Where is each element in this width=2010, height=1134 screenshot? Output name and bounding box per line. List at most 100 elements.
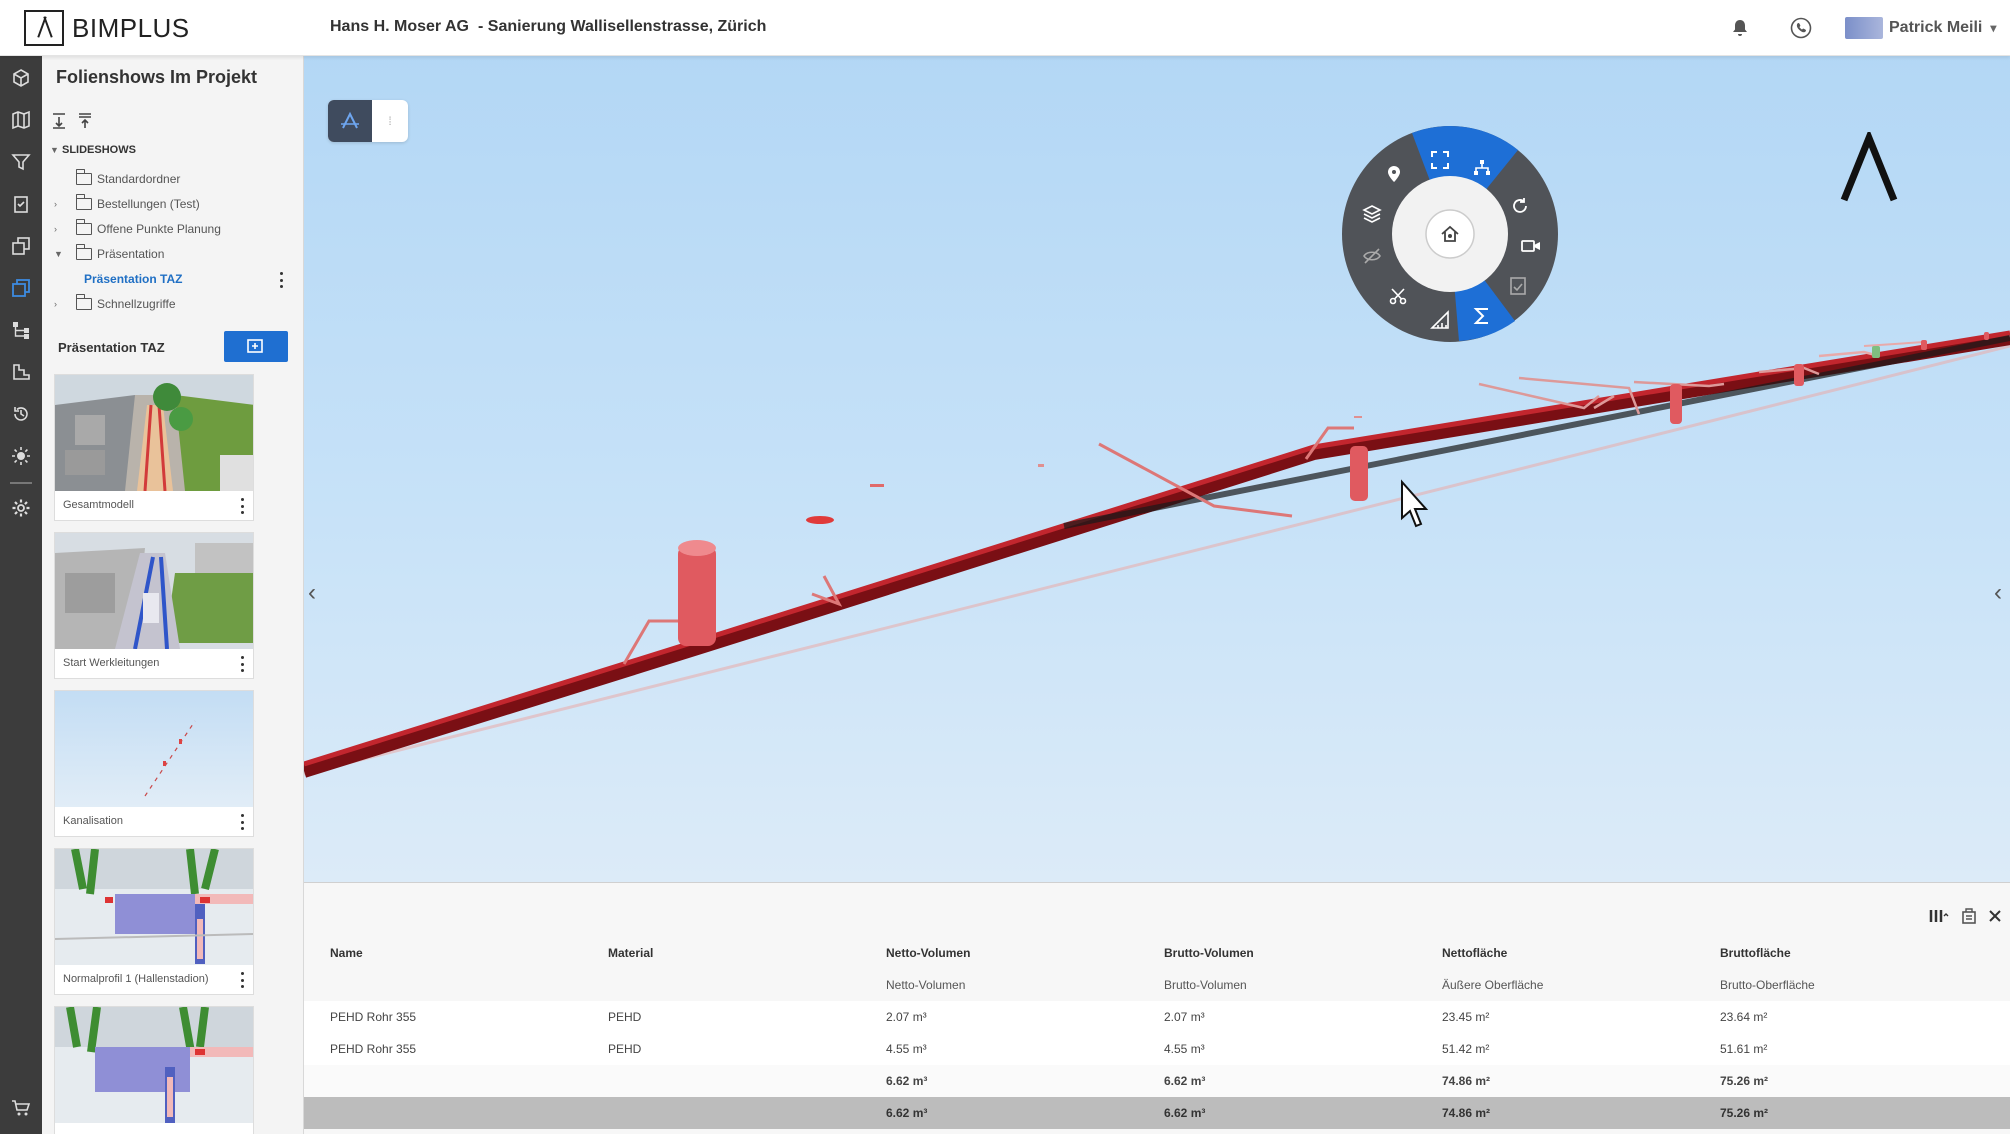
view-mode-toggle[interactable]: ⁞ [328, 100, 408, 142]
slide-menu-button[interactable] [237, 812, 247, 832]
bell-icon[interactable] [1726, 14, 1754, 42]
cut-icon[interactable] [1388, 286, 1408, 306]
tree-item-label: Offene Punkte Planung [97, 222, 221, 236]
model-viewport[interactable]: ⁞ ‹ ‹ [304, 56, 2010, 882]
brightness-icon[interactable] [0, 438, 42, 474]
caret-down-icon[interactable]: ▼ [54, 249, 66, 259]
tree-item-praesentation[interactable]: ▼ Präsentation [54, 244, 164, 263]
slide-menu-button[interactable] [237, 654, 247, 674]
perspective-view-icon[interactable] [328, 100, 372, 142]
slide-label: Start Werkleitungen [63, 657, 160, 669]
steps-icon[interactable] [0, 354, 42, 390]
slide-thumbnail [55, 533, 253, 649]
subheader-cell: Äußere Oberfläche [1442, 978, 1544, 992]
slide-card[interactable]: Kanalisation [54, 690, 254, 837]
slide-thumbnail [55, 1007, 253, 1123]
slide-card[interactable]: Normalprofil 1 (Hallenstadion) [54, 848, 254, 995]
bimplus-logo[interactable]: BIMPLUS [24, 10, 190, 46]
slide-card[interactable] [54, 1006, 254, 1134]
close-icon[interactable] [1988, 909, 2002, 928]
caret-right-icon[interactable]: › [54, 224, 66, 234]
project-name[interactable]: - Sanierung Wallisellenstrasse, Zürich [478, 18, 766, 36]
tree-item-offene-punkte[interactable]: › Offene Punkte Planung [54, 219, 221, 238]
slide-label: Gesamtmodell [63, 499, 134, 511]
hierarchy-icon[interactable] [0, 312, 42, 348]
subheader-cell: Brutto-Oberfläche [1720, 978, 1815, 992]
tree-root[interactable]: ▼ SLIDESHOWS [50, 144, 136, 156]
tree-item-menu-button[interactable] [276, 270, 286, 290]
folder-icon [75, 194, 92, 210]
slides-icon[interactable] [0, 270, 42, 306]
slideshow-panel: Folienshows Im Projekt ▼ SLIDESHOWS Stan… [42, 56, 304, 1134]
add-slide-button[interactable] [224, 331, 288, 362]
table-row[interactable]: PEHD Rohr 355 PEHD 4.55 m³ 4.55 m³ 51.42… [304, 1033, 2010, 1065]
tree-item-bestellungen[interactable]: › Bestellungen (Test) [54, 194, 200, 213]
layers-copy-icon[interactable] [0, 228, 42, 264]
table-cell: 2.07 m³ [1138, 1001, 1416, 1033]
total-cell: 6.62 m³ [1138, 1097, 1416, 1129]
refresh-icon[interactable] [1510, 196, 1530, 216]
hide-icon[interactable] [1362, 246, 1382, 266]
map-icon[interactable] [0, 102, 42, 138]
history-icon[interactable] [0, 396, 42, 432]
layers-icon[interactable] [1362, 204, 1382, 224]
cube-icon[interactable] [0, 60, 42, 96]
grid-view-icon[interactable]: ⁞ [372, 100, 408, 142]
radial-menu[interactable] [1342, 126, 1558, 342]
table-cell: 23.45 m² [1416, 1001, 1694, 1033]
home-icon[interactable] [1438, 222, 1462, 246]
chevron-down-icon: ▾ [1990, 21, 1997, 35]
collapse-panel-right-icon[interactable]: ‹ [1994, 579, 2002, 607]
column-header[interactable]: Name [304, 937, 582, 969]
collapse-all-icon[interactable] [76, 112, 94, 130]
column-header[interactable]: Nettofläche [1416, 937, 1694, 969]
total-cell [304, 1097, 582, 1129]
table-cell: 4.55 m³ [1138, 1033, 1416, 1065]
collapse-panel-left-icon[interactable]: ‹ [308, 579, 316, 607]
table-row[interactable]: PEHD Rohr 355 PEHD 2.07 m³ 2.07 m³ 23.45… [304, 1001, 2010, 1033]
export-icon[interactable] [1960, 907, 1978, 930]
caret-right-icon[interactable]: › [54, 299, 66, 309]
location-icon[interactable] [1384, 164, 1404, 184]
column-header[interactable]: Material [582, 937, 860, 969]
add-slide-icon [247, 338, 263, 353]
slide-menu-button[interactable] [237, 496, 247, 516]
video-icon[interactable] [1520, 236, 1542, 256]
clipboard-icon[interactable] [0, 186, 42, 222]
checklist-icon[interactable] [1508, 276, 1528, 296]
column-header[interactable]: Netto-Volumen [860, 937, 1138, 969]
slide-card[interactable]: Gesamtmodell [54, 374, 254, 521]
settings-icon[interactable] [0, 490, 42, 526]
tree-item-label: Standardordner [97, 172, 181, 186]
rail-divider [10, 482, 32, 484]
tree-item-praesentation-taz[interactable]: Präsentation TAZ [84, 270, 182, 288]
slide-card[interactable]: Start Werkleitungen [54, 532, 254, 679]
phone-icon[interactable] [1787, 14, 1815, 42]
caret-right-icon[interactable]: › [54, 199, 66, 209]
tree-item-schnellzugriffe[interactable]: › Schnellzugriffe [54, 294, 176, 313]
column-header[interactable]: Brutto-Volumen [1138, 937, 1416, 969]
columns-icon[interactable] [1928, 907, 1950, 930]
table-cell: PEHD [582, 1033, 860, 1065]
icon-rail [0, 56, 42, 1134]
expand-all-icon[interactable] [50, 112, 68, 130]
cart-icon[interactable] [0, 1090, 42, 1126]
tree-item-label: Schnellzugriffe [97, 297, 176, 311]
measure-icon[interactable] [1430, 310, 1450, 330]
sum-cell: 6.62 m³ [860, 1065, 1138, 1097]
pipe-model[interactable] [304, 56, 2010, 882]
total-cell: 6.62 m³ [860, 1097, 1138, 1129]
fullscreen-icon[interactable] [1430, 150, 1450, 170]
tree-item-label: Bestellungen (Test) [97, 197, 200, 211]
table-cell: PEHD Rohr 355 [304, 1001, 582, 1033]
table-subheader-row: Netto-Volumen Brutto-Volumen Äußere Ober… [304, 969, 2010, 1001]
table-cell: 2.07 m³ [860, 1001, 1138, 1033]
slide-menu-button[interactable] [237, 970, 247, 990]
tree-item-standardordner[interactable]: Standardordner [64, 169, 181, 188]
hierarchy-icon[interactable] [1472, 158, 1492, 178]
filter-icon[interactable] [0, 144, 42, 180]
table-cell: PEHD Rohr 355 [304, 1033, 582, 1065]
user-menu[interactable]: Patrick Meili ▾ [1845, 14, 1996, 42]
sigma-icon[interactable] [1472, 306, 1492, 326]
column-header[interactable]: Bruttofläche [1694, 937, 2010, 969]
